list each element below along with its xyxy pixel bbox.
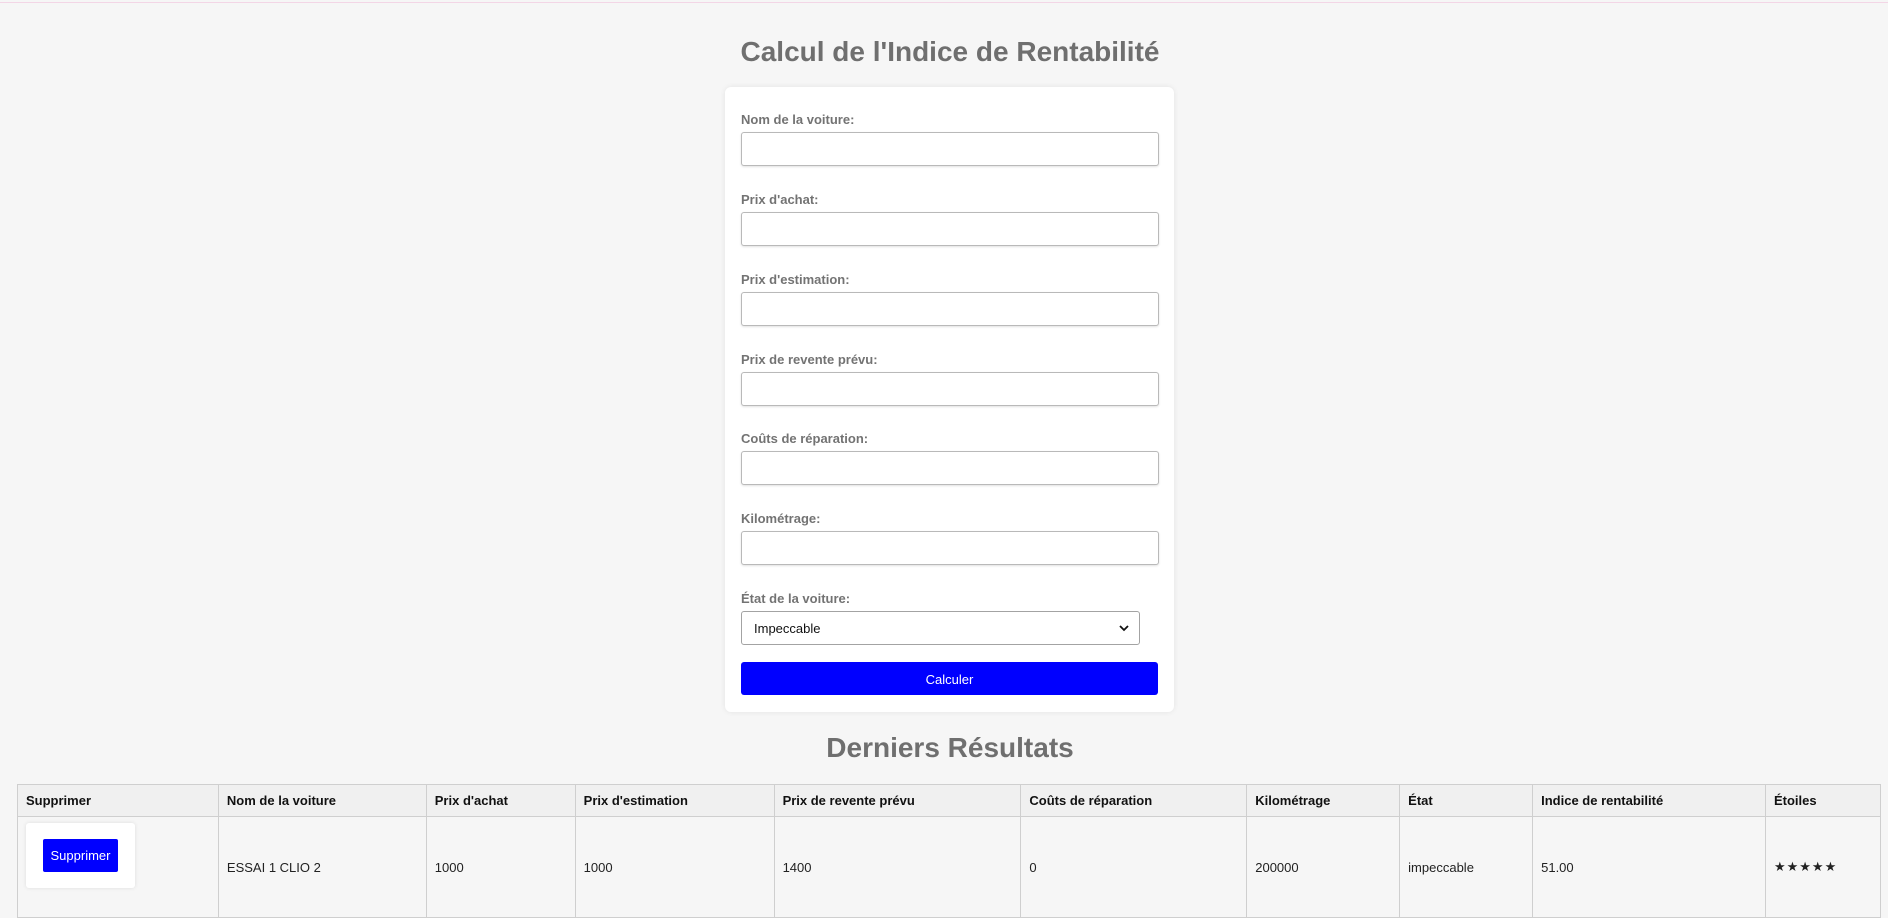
cell-purchase-price: 1000 [425, 816, 576, 918]
header-delete: Supprimer [17, 784, 219, 817]
condition-select[interactable]: Impeccable [741, 611, 1140, 645]
cell-repair-cost: 0 [1020, 816, 1248, 918]
condition-label: État de la voiture: [741, 591, 851, 606]
estimate-price-label: Prix d'estimation: [741, 272, 850, 287]
stars-rating: ★★★★★ [1773, 859, 1838, 874]
header-car-name: Nom de la voiture [217, 784, 427, 817]
top-divider [0, 2, 1888, 3]
purchase-price-input[interactable] [741, 212, 1159, 246]
cell-profitability-index: 51.00 [1532, 816, 1766, 918]
resale-price-input[interactable] [741, 372, 1159, 406]
cell-resale-price: 1400 [773, 816, 1022, 918]
results-table: Supprimer Nom de la voiture Prix d'achat… [17, 784, 1882, 918]
header-profitability-index: Indice de rentabilité [1532, 784, 1766, 817]
cell-car-name: ESSAI 1 CLIO 2 [217, 816, 427, 918]
header-purchase-price: Prix d'achat [425, 784, 576, 817]
table-row: Supprimer ESSAI 1 CLIO 2 1000 1000 1400 … [17, 816, 1882, 918]
repair-cost-label: Coûts de réparation: [741, 431, 869, 446]
car-name-label: Nom de la voiture: [741, 112, 855, 127]
car-name-input[interactable] [741, 132, 1159, 166]
header-resale-price: Prix de revente prévu [773, 784, 1022, 817]
chevron-down-icon [1119, 625, 1129, 632]
cell-state: impeccable [1399, 816, 1534, 918]
delete-button[interactable]: Supprimer [43, 838, 118, 872]
cell-stars: ★★★★★ [1764, 816, 1882, 918]
estimate-price-input[interactable] [741, 292, 1159, 326]
results-title: Derniers Résultats [826, 732, 1074, 763]
purchase-price-label: Prix d'achat: [741, 192, 819, 207]
mileage-input[interactable] [741, 531, 1159, 565]
header-state: État [1399, 784, 1534, 817]
header-stars: Étoiles [1764, 784, 1882, 817]
calculator-form: Nom de la voiture: Prix d'achat: Prix d'… [725, 87, 1174, 712]
mileage-label: Kilométrage: [741, 511, 821, 526]
cell-estimate-price: 1000 [574, 816, 775, 918]
cell-delete: Supprimer [17, 816, 219, 918]
delete-button-wrapper: Supprimer [26, 822, 135, 888]
repair-cost-input[interactable] [741, 451, 1159, 485]
header-repair-cost: Coûts de réparation [1020, 784, 1248, 817]
cell-mileage: 200000 [1246, 816, 1401, 918]
page-title: Calcul de l'Indice de Rentabilité [740, 36, 1160, 67]
header-mileage: Kilométrage [1246, 784, 1401, 817]
resale-price-label: Prix de revente prévu: [741, 352, 878, 367]
table-header-row: Supprimer Nom de la voiture Prix d'achat… [17, 784, 1882, 817]
calculate-button[interactable]: Calculer [741, 662, 1158, 695]
condition-selected-value: Impeccable [754, 621, 821, 636]
header-estimate-price: Prix d'estimation [574, 784, 775, 817]
